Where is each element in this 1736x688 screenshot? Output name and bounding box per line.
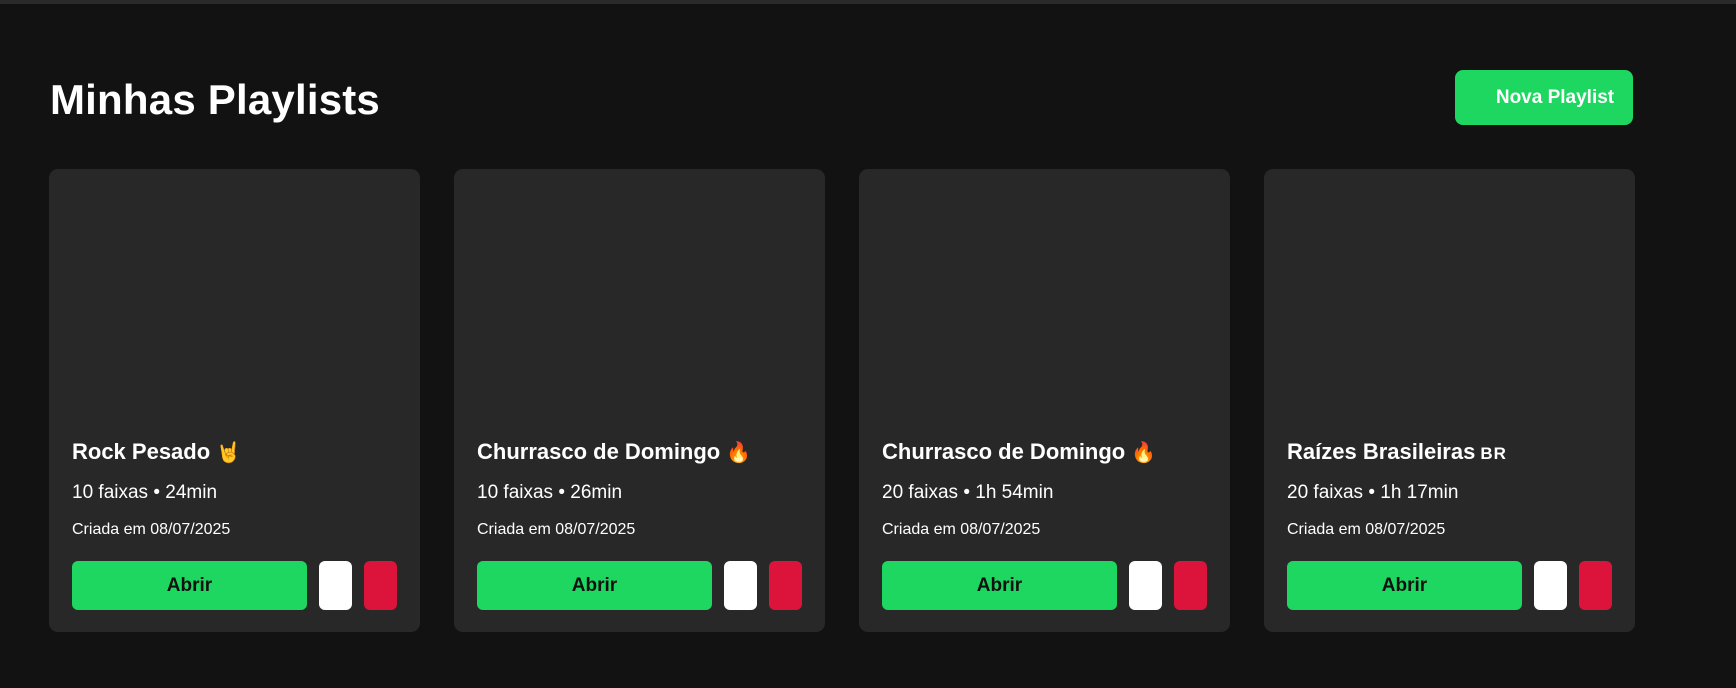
open-playlist-button[interactable]: Abrir bbox=[72, 561, 307, 610]
playlist-created-date: Criada em 08/07/2025 bbox=[882, 521, 1041, 538]
brazil-flag-icon: BR bbox=[1480, 444, 1507, 463]
playlist-cover[interactable] bbox=[859, 169, 1230, 419]
playlist-title: Rock Pesado 🤘 bbox=[72, 437, 241, 468]
playlist-title: Churrasco de Domingo 🔥 bbox=[477, 437, 751, 468]
playlist-meta: 20 faixas • 1h 54min bbox=[882, 482, 1054, 503]
playlist-title: Churrasco de Domingo 🔥 bbox=[882, 437, 1156, 468]
playlist-card[interactable]: Churrasco de Domingo 🔥 10 faixas • 26min … bbox=[454, 169, 825, 632]
edit-playlist-button[interactable] bbox=[1129, 561, 1162, 610]
delete-playlist-button[interactable] bbox=[769, 561, 802, 610]
open-playlist-button[interactable]: Abrir bbox=[882, 561, 1117, 610]
open-playlist-button[interactable]: Abrir bbox=[477, 561, 712, 610]
page-title: Minhas Playlists bbox=[50, 76, 380, 123]
delete-playlist-button[interactable] bbox=[1174, 561, 1207, 610]
playlist-card[interactable]: Raízes Brasileiras BR 20 faixas • 1h 17mi… bbox=[1264, 169, 1635, 632]
delete-playlist-button[interactable] bbox=[1579, 561, 1612, 610]
fire-icon: 🔥 bbox=[1131, 442, 1157, 464]
edit-playlist-button[interactable] bbox=[319, 561, 352, 610]
fire-icon: 🔥 bbox=[726, 442, 752, 464]
playlist-cover[interactable] bbox=[1264, 169, 1635, 419]
playlist-created-date: Criada em 08/07/2025 bbox=[477, 521, 636, 538]
playlist-meta: 10 faixas • 26min bbox=[477, 482, 623, 503]
rock-hand-icon: 🤘 bbox=[216, 442, 242, 464]
playlist-meta: 10 faixas • 24min bbox=[72, 482, 218, 503]
playlist-cover[interactable] bbox=[49, 169, 420, 419]
playlist-cover[interactable] bbox=[454, 169, 825, 419]
playlist-created-date: Criada em 08/07/2025 bbox=[72, 521, 231, 538]
playlist-name: Churrasco de Domingo bbox=[882, 439, 1126, 464]
playlist-title: Raízes Brasileiras BR bbox=[1287, 437, 1507, 469]
edit-playlist-button[interactable] bbox=[1534, 561, 1567, 610]
playlist-grid: Rock Pesado 🤘 10 faixas • 24min Criada em… bbox=[49, 169, 1635, 632]
top-divider bbox=[0, 0, 1736, 4]
edit-playlist-button[interactable] bbox=[724, 561, 757, 610]
delete-playlist-button[interactable] bbox=[364, 561, 397, 610]
playlist-name: Churrasco de Domingo bbox=[477, 439, 721, 464]
playlist-meta: 20 faixas • 1h 17min bbox=[1287, 482, 1459, 503]
open-playlist-button[interactable]: Abrir bbox=[1287, 561, 1522, 610]
playlist-card[interactable]: Rock Pesado 🤘 10 faixas • 24min Criada em… bbox=[49, 169, 420, 632]
playlist-card[interactable]: Churrasco de Domingo 🔥 20 faixas • 1h 54m… bbox=[859, 169, 1230, 632]
playlist-name: Rock Pesado bbox=[72, 439, 211, 464]
new-playlist-button[interactable]: Nova Playlist bbox=[1455, 70, 1633, 125]
playlist-name: Raízes Brasileiras bbox=[1287, 439, 1476, 464]
playlist-created-date: Criada em 08/07/2025 bbox=[1287, 521, 1446, 538]
